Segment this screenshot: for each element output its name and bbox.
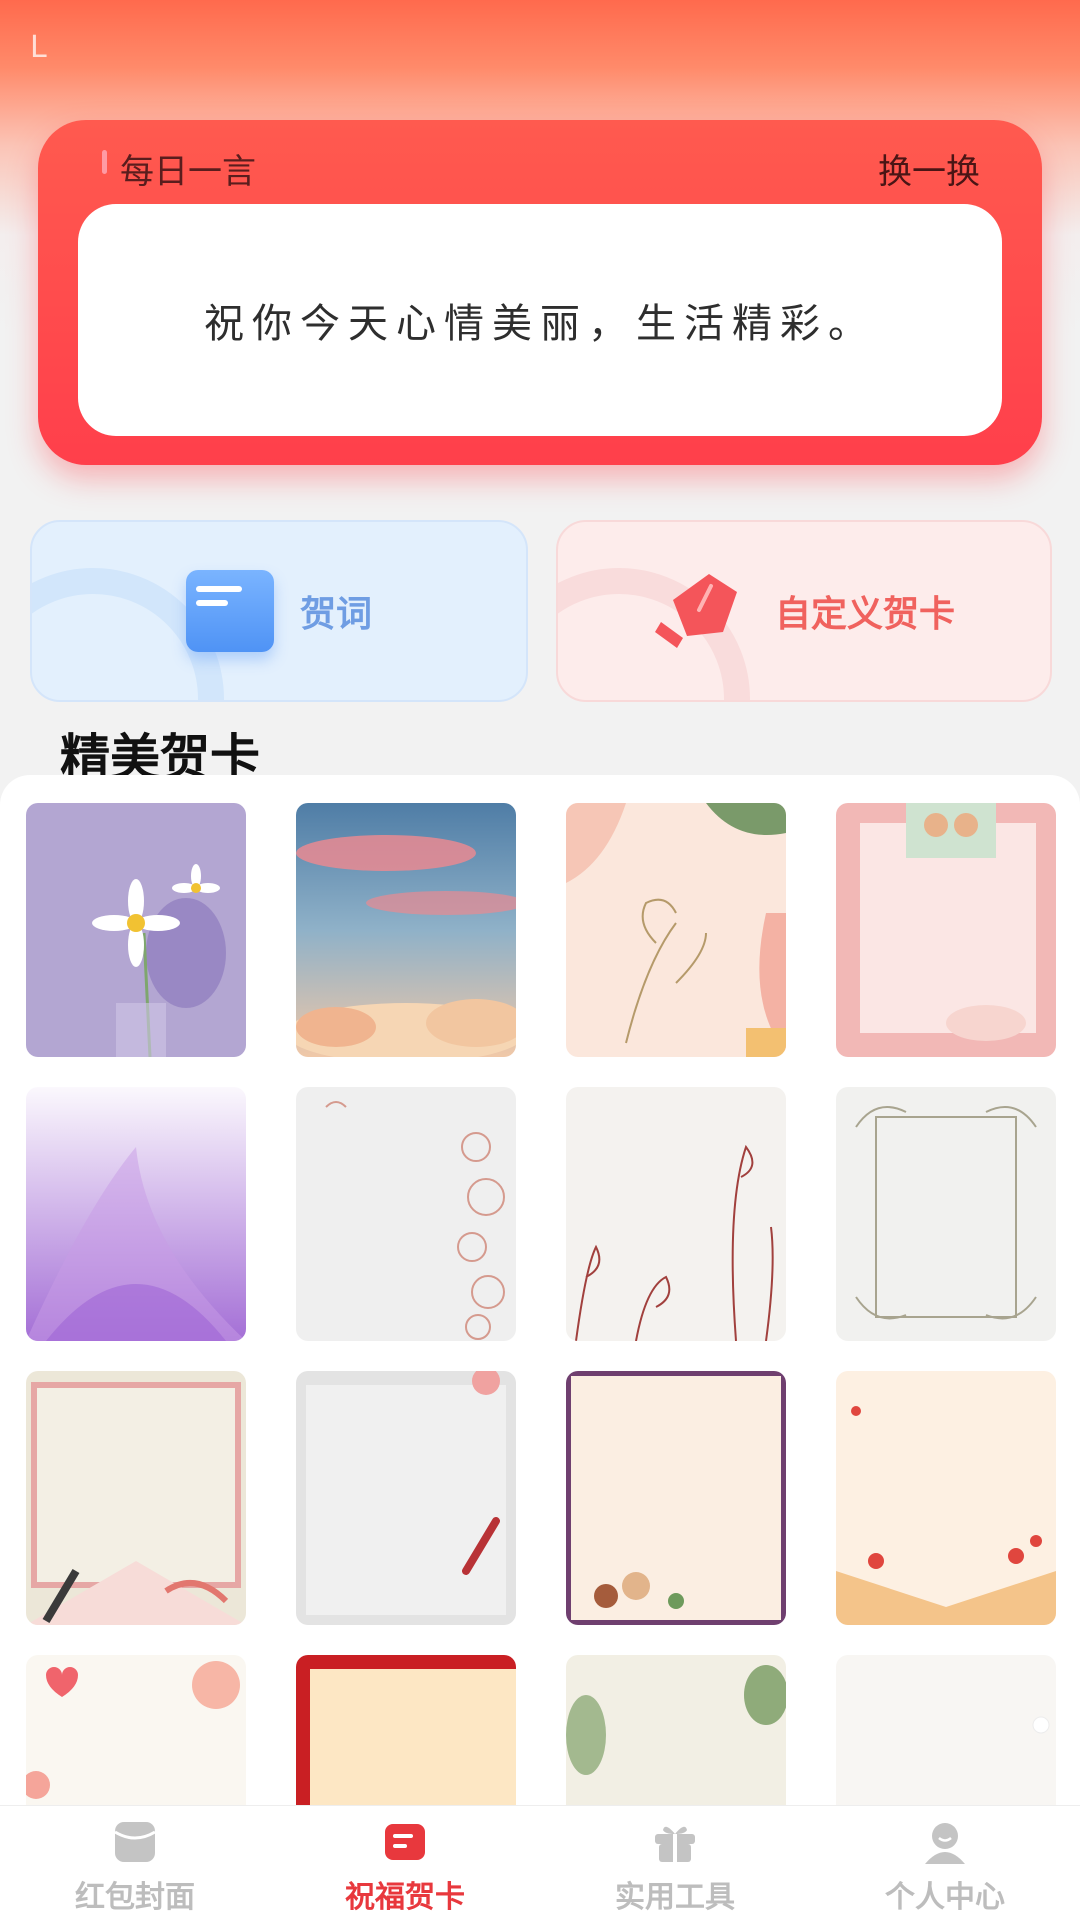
status-bar-indicator: L	[30, 30, 47, 65]
document-icon	[185, 570, 274, 652]
nav-tab-greeting-cards[interactable]: 祝福贺卡	[270, 1814, 540, 1915]
card-thumbnail[interactable]	[296, 803, 516, 1057]
card-thumbnail[interactable]	[566, 1655, 786, 1805]
card-thumbnail[interactable]	[566, 1371, 786, 1625]
nav-label: 祝福贺卡	[345, 1880, 465, 1915]
nav-label: 个人中心	[885, 1880, 1005, 1915]
nav-label: 实用工具	[615, 1880, 735, 1915]
person-icon	[925, 1823, 965, 1864]
card-thumbnail[interactable]	[26, 1087, 246, 1341]
card-thumbnail[interactable]	[836, 1371, 1056, 1625]
card-thumbnail[interactable]	[836, 1087, 1056, 1341]
card-icon	[385, 1824, 425, 1860]
daily-quote-title: 每日一言	[120, 152, 256, 192]
greetings-label: 贺词	[299, 594, 372, 635]
card-thumbnail[interactable]	[836, 1655, 1056, 1805]
bottom-navigation: 红包封面 祝福贺卡 实用工具 个人中心	[0, 1805, 1080, 1921]
title-accent-bar	[102, 150, 107, 174]
card-thumbnail[interactable]	[296, 1655, 516, 1805]
card-thumbnail[interactable]	[566, 1087, 786, 1341]
card-thumbnail[interactable]	[26, 1371, 246, 1625]
nav-tab-tools[interactable]: 实用工具	[540, 1814, 810, 1915]
quote-text-box: 祝你今天心情美丽，生活精彩。	[78, 204, 1002, 436]
nav-tab-profile[interactable]: 个人中心	[810, 1814, 1080, 1915]
quote-text: 祝你今天心情美丽，生活精彩。	[204, 301, 876, 347]
card-thumbnail[interactable]	[26, 1655, 246, 1805]
card-thumbnail[interactable]	[26, 803, 246, 1057]
nav-label: 红包封面	[75, 1880, 195, 1915]
pen-icon	[654, 574, 737, 648]
envelope-icon	[114, 1822, 156, 1862]
refresh-quote-button[interactable]: 换一换	[878, 144, 980, 193]
custom-card-label: 自定义贺卡	[774, 594, 955, 635]
card-thumbnail[interactable]	[296, 1371, 516, 1625]
nav-tab-red-envelope[interactable]: 红包封面	[0, 1814, 270, 1915]
custom-card-button[interactable]: 自定义贺卡	[556, 520, 1052, 702]
card-thumbnail[interactable]	[296, 1087, 516, 1341]
card-grid	[0, 775, 1080, 1805]
card-thumbnail[interactable]	[836, 803, 1056, 1057]
greetings-button[interactable]: 贺词	[30, 520, 528, 702]
gift-icon	[655, 1826, 695, 1862]
daily-quote-card: 每日一言 换一换 祝你今天心情美丽，生活精彩。	[38, 120, 1042, 465]
card-thumbnail[interactable]	[566, 803, 786, 1057]
